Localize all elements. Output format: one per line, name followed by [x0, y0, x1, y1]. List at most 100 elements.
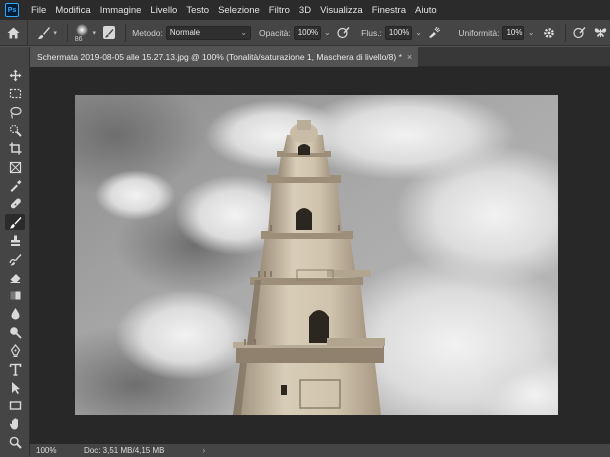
options-bar: ▾ 86 ▾ Metodo: Normale ⌄ Opacità: 100% ⌄…: [0, 19, 610, 46]
gradient-tool[interactable]: [5, 287, 25, 303]
chevron-down-icon[interactable]: ▾: [53, 29, 57, 37]
document-tab-title: Schermata 2019-08-05 alle 15.27.13.jpg @…: [37, 52, 402, 62]
home-icon: [7, 27, 20, 38]
zoom-tool[interactable]: [5, 434, 25, 450]
home-button[interactable]: [0, 19, 29, 46]
history-brush-tool[interactable]: [5, 251, 25, 267]
move-tool[interactable]: [5, 67, 25, 83]
blur-tool[interactable]: [5, 305, 25, 321]
crop-tool[interactable]: [5, 140, 25, 156]
lasso-icon: [9, 106, 22, 119]
divider: [66, 23, 68, 42]
hand-icon: [9, 417, 18, 429]
menu-finestra[interactable]: Finestra: [372, 5, 406, 16]
brush-tip-icon: [75, 23, 88, 36]
menu-visualizza[interactable]: Visualizza: [320, 5, 363, 16]
hand-tool[interactable]: [5, 415, 25, 431]
blend-mode-value: Normale: [169, 27, 201, 37]
gradient-icon: [10, 291, 20, 299]
brush-tool[interactable]: [5, 214, 25, 230]
airbrush-icon: [429, 26, 441, 38]
opacity-input[interactable]: 100%: [293, 25, 321, 40]
opacity-dropdown[interactable]: ⌄: [322, 28, 333, 37]
menu-modifica[interactable]: Modifica: [55, 5, 90, 16]
brush-settings-icon: [105, 28, 114, 37]
smoothing-dropdown[interactable]: ⌄: [526, 28, 536, 37]
chevron-down-icon[interactable]: ▾: [92, 29, 96, 37]
pressure-pen-icon: [573, 27, 586, 39]
zoom-icon: [9, 436, 22, 449]
marquee-tool[interactable]: [5, 85, 25, 101]
type-tool[interactable]: [5, 361, 25, 377]
document-info[interactable]: Doc: 3,51 MB/4,15 MB: [84, 446, 164, 455]
crop-icon: [9, 142, 21, 154]
pen-icon: [10, 343, 20, 357]
path-selection-icon: [11, 381, 20, 394]
smoothing-input[interactable]: 10%: [502, 25, 525, 40]
document-tab-bar: Schermata 2019-08-05 alle 15.27.13.jpg @…: [30, 47, 610, 67]
menu-testo[interactable]: Testo: [186, 5, 209, 16]
airbrush-button[interactable]: [427, 25, 442, 41]
zoom-level[interactable]: 100%: [30, 446, 64, 455]
flow-dropdown[interactable]: ⌄: [413, 28, 424, 37]
close-icon[interactable]: ×: [407, 52, 412, 62]
eraser-icon: [10, 273, 20, 283]
photoshop-logo: Ps: [5, 3, 19, 17]
blur-icon: [11, 307, 19, 319]
frame-icon: [9, 161, 21, 173]
menu-filtro[interactable]: Filtro: [269, 5, 290, 16]
menu-selezione[interactable]: Selezione: [218, 5, 260, 16]
flow-label: Flus.:: [361, 27, 382, 38]
canvas-area[interactable]: [30, 67, 610, 444]
menu-aiuto[interactable]: Aiuto: [415, 5, 437, 16]
marquee-icon: [9, 88, 21, 98]
divider: [125, 23, 127, 42]
dodge-tool[interactable]: [5, 324, 25, 340]
pressure-opacity-button[interactable]: [336, 25, 351, 41]
rectangle-tool[interactable]: [5, 397, 25, 413]
dodge-icon: [9, 326, 22, 339]
method-label: Metodo:: [132, 27, 163, 38]
pen-tool[interactable]: [5, 342, 25, 358]
flow-input[interactable]: 100%: [384, 25, 412, 40]
smoothing-label: Uniformità:: [458, 27, 500, 38]
brush-settings-panel-toggle[interactable]: [103, 26, 116, 39]
butterfly-icon: [594, 28, 607, 37]
healing-brush-tool[interactable]: [5, 196, 25, 212]
frame-tool[interactable]: [5, 159, 25, 175]
pressure-size-button[interactable]: [572, 25, 587, 41]
type-icon: [9, 363, 21, 376]
document-tab[interactable]: Schermata 2019-08-05 alle 15.27.13.jpg @…: [30, 47, 419, 67]
menu-immagine[interactable]: Immagine: [100, 5, 142, 16]
blend-mode-select[interactable]: Normale ⌄: [165, 25, 252, 40]
menu-file[interactable]: File: [31, 5, 46, 16]
symmetry-button[interactable]: [593, 25, 608, 41]
brush-size-value: 86: [74, 35, 83, 43]
move-icon: [9, 69, 21, 81]
menu-livello[interactable]: Livello: [150, 5, 177, 16]
lasso-tool[interactable]: [5, 104, 25, 120]
bell-tower-photo: [75, 95, 558, 415]
quick-selection-icon: [9, 124, 22, 137]
path-selection-tool[interactable]: [5, 379, 25, 395]
brush-size-picker[interactable]: 86: [72, 20, 93, 46]
quick-selection-tool[interactable]: [5, 122, 25, 138]
smoothing-settings-button[interactable]: [542, 25, 557, 41]
clone-stamp-icon: [10, 235, 20, 246]
eyedropper-tool[interactable]: [5, 177, 25, 193]
eraser-tool[interactable]: [5, 269, 25, 285]
status-bar: 100% Doc: 3,51 MB/4,15 MB ›: [30, 444, 610, 457]
brush-icon: [37, 26, 50, 39]
status-menu-arrow[interactable]: ›: [202, 446, 205, 455]
history-brush-icon: [8, 253, 21, 265]
eyedropper-icon: [10, 179, 21, 192]
divider: [564, 23, 566, 42]
clone-stamp-tool[interactable]: [5, 232, 25, 248]
healing-brush-icon: [10, 197, 21, 208]
document-image[interactable]: [75, 95, 558, 415]
menu-bar: Ps File Modifica Immagine Livello Testo …: [0, 0, 610, 20]
menu-3d[interactable]: 3D: [299, 5, 311, 16]
tools-panel: [0, 47, 30, 457]
rectangle-icon: [9, 400, 21, 410]
brush-preset-button[interactable]: [36, 25, 51, 41]
